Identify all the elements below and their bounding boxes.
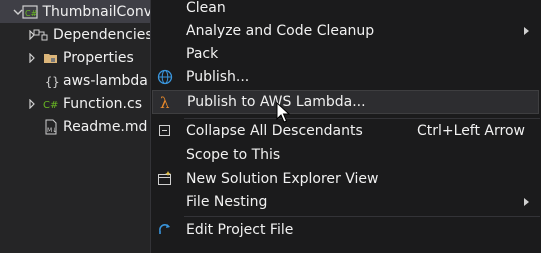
collapse-icon <box>156 122 174 140</box>
new-view-icon <box>156 170 174 188</box>
submenu-arrow-icon <box>524 198 529 206</box>
menu-item-pack[interactable]: Pack <box>151 42 541 66</box>
tree-item-aws-lambda-json[interactable]: {} aws-lambda <box>0 69 152 92</box>
tree-item-label: Function.cs <box>63 95 142 112</box>
menu-item-label: Collapse All Descendants <box>186 123 363 139</box>
tree-item-readme[interactable]: M↓ Readme.md <box>0 115 152 138</box>
tree-item-dependencies[interactable]: Dependencies <box>0 23 152 46</box>
properties-folder-icon <box>43 50 59 66</box>
expand-arrow-icon[interactable] <box>27 98 37 109</box>
tree-item-function-cs[interactable]: C# Function.cs <box>0 92 152 115</box>
tree-item-label: aws-lambda <box>63 72 148 89</box>
svg-text:C#: C# <box>25 9 38 18</box>
solution-explorer-tree: C# ThumbnailConv Dependencies Properties <box>0 0 152 253</box>
expand-arrow-icon[interactable] <box>13 7 23 17</box>
tree-item-label: Dependencies <box>53 26 152 43</box>
edit-project-icon <box>156 221 174 239</box>
menu-separator <box>184 216 540 217</box>
menu-item-label: Edit Project File <box>186 222 294 238</box>
menu-item-publish-aws-lambda[interactable]: λ Publish to AWS Lambda... <box>152 90 539 114</box>
context-menu: Clean Analyze and Code Cleanup Pack Publ… <box>150 0 541 253</box>
mouse-cursor-icon <box>276 102 290 123</box>
menu-item-analyze-code-cleanup[interactable]: Analyze and Code Cleanup <box>151 19 541 43</box>
menu-item-clean[interactable]: Clean <box>151 0 541 20</box>
svg-text:λ: λ <box>160 94 170 110</box>
globe-icon <box>156 68 174 86</box>
svg-text:{}: {} <box>45 75 59 89</box>
menu-item-label: Publish... <box>186 69 250 85</box>
menu-item-label: New Solution Explorer View <box>186 171 379 187</box>
menu-item-label: Clean <box>186 0 226 16</box>
menu-item-label: File Nesting <box>186 194 268 210</box>
markdown-file-icon: M↓ <box>43 119 59 135</box>
menu-item-edit-project-file[interactable]: Edit Project File <box>151 218 541 242</box>
menu-item-label: Scope to This <box>186 147 281 163</box>
menu-item-file-nesting[interactable]: File Nesting <box>151 190 541 214</box>
csharp-project-icon: C# <box>22 4 39 20</box>
tree-item-label: Readme.md <box>63 118 148 135</box>
visual-studio-window: C# ThumbnailConv Dependencies Properties <box>0 0 541 253</box>
menu-item-shortcut: Ctrl+Left Arrow <box>417 123 525 139</box>
svg-text:C#: C# <box>43 100 58 111</box>
submenu-arrow-icon <box>524 27 529 35</box>
lambda-icon: λ <box>157 93 175 111</box>
menu-item-label: Pack <box>186 46 219 62</box>
menu-item-next-partial[interactable] <box>151 242 541 253</box>
menu-item-collapse-all[interactable]: Collapse All Descendants Ctrl+Left Arrow <box>151 119 541 143</box>
menu-item-scope-to-this[interactable]: Scope to This <box>151 143 541 167</box>
tree-item-project[interactable]: C# ThumbnailConv <box>0 0 152 23</box>
svg-text:M↓: M↓ <box>47 127 57 134</box>
tree-item-label: Properties <box>63 49 134 66</box>
menu-item-label: Analyze and Code Cleanup <box>186 23 375 39</box>
csharp-file-icon: C# <box>43 96 59 112</box>
menu-item-new-solution-explorer-view[interactable]: New Solution Explorer View <box>151 167 541 191</box>
json-file-icon: {} <box>43 73 59 89</box>
tree-item-properties[interactable]: Properties <box>0 46 152 69</box>
menu-item-publish[interactable]: Publish... <box>151 65 541 89</box>
expand-arrow-icon[interactable] <box>27 52 37 63</box>
tree-item-label: ThumbnailConv <box>42 3 152 20</box>
